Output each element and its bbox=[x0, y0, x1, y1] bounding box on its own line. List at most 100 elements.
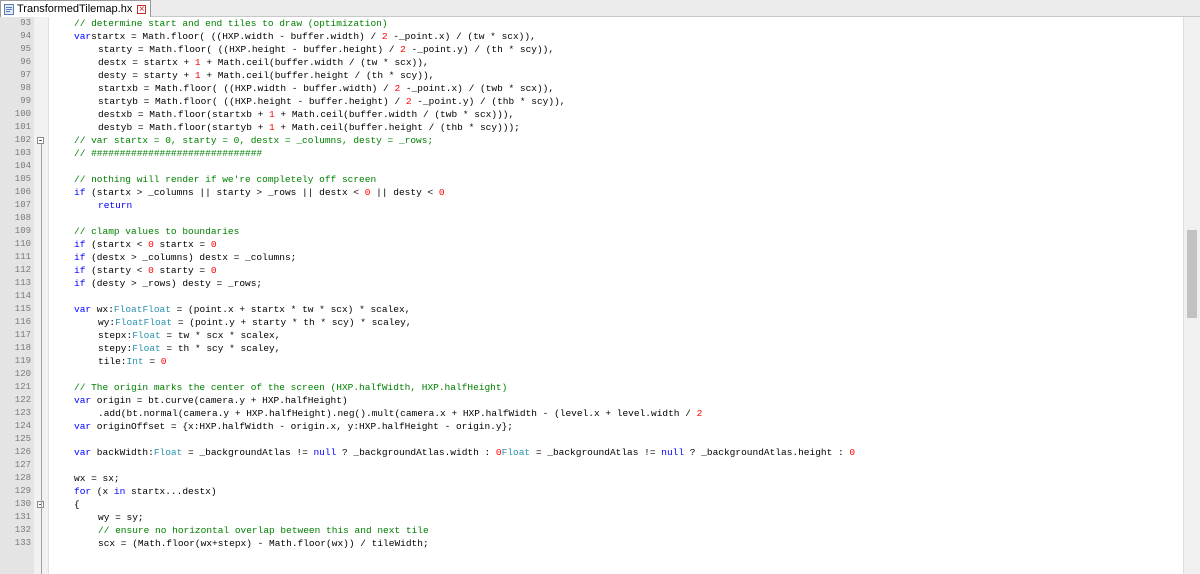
code-token: // The origin marks the center of the sc… bbox=[74, 382, 508, 393]
code-token: tile: bbox=[98, 356, 127, 367]
code-line: return bbox=[98, 199, 132, 212]
line-number: 126 bbox=[14, 447, 31, 457]
code-line: destxb = Math.floor(startxb + 1 + Math.c… bbox=[98, 108, 514, 121]
fold-collapse-icon[interactable] bbox=[37, 137, 44, 144]
code-line: var originOffset = {x:HXP.halfWidth - or… bbox=[74, 420, 513, 433]
code-token: -_point.y) / (th * scy)), bbox=[405, 44, 555, 55]
code-line: stepx:Float = tw * scx * scalex, bbox=[98, 329, 280, 342]
code-token: + Math.ceil(buffer.height / (thb * scy))… bbox=[274, 122, 520, 133]
tab-transformed-tilemap[interactable]: TransformedTilemap.hx × bbox=[0, 0, 152, 17]
code-token: return bbox=[98, 200, 133, 211]
code-line: var origin = bt.curve(camera.y + HXP.hal… bbox=[74, 394, 348, 407]
code-line: wy = sy; bbox=[98, 511, 144, 524]
code-token: startx = bbox=[153, 239, 211, 250]
code-token: .add(bt.normal(camera.y + HXP.halfHeight… bbox=[98, 408, 697, 419]
code-token: Float bbox=[153, 447, 183, 458]
code-token: null bbox=[661, 447, 685, 458]
code-line: var wx:FloatFloat = (point.x + startx * … bbox=[74, 303, 410, 316]
code-token: 0 bbox=[210, 265, 217, 276]
code-line: scx = (Math.floor(wx+stepx) - Math.floor… bbox=[98, 537, 429, 550]
code-line: { bbox=[74, 498, 80, 511]
code-token: if bbox=[74, 278, 86, 289]
line-number: 103 bbox=[14, 148, 31, 158]
code-line: tile:Int = 0 bbox=[98, 355, 166, 368]
line-number: 104 bbox=[14, 161, 31, 171]
code-line: varstartx = Math.floor( ((HXP.width - bu… bbox=[74, 30, 536, 43]
code-token: null bbox=[313, 447, 337, 458]
fold-guide-line bbox=[41, 144, 42, 574]
code-token: = bbox=[143, 356, 161, 367]
code-token: scx = (Math.floor(wx+stepx) - Math.floor… bbox=[98, 538, 429, 549]
code-token: var bbox=[74, 421, 92, 432]
code-line: stepy:Float = th * scy * scaley, bbox=[98, 342, 280, 355]
code-token: = tw * scx * scalex, bbox=[160, 330, 281, 341]
code-token: 0 bbox=[210, 239, 217, 250]
line-number: 121 bbox=[14, 382, 31, 392]
code-token: 0 bbox=[438, 187, 445, 198]
fold-margin bbox=[34, 17, 49, 574]
code-token: Float bbox=[132, 330, 161, 341]
code-line: if (desty > _rows) desty = _rows; bbox=[74, 277, 262, 290]
code-token: wx = sx; bbox=[74, 473, 120, 484]
close-icon[interactable]: × bbox=[137, 4, 147, 14]
line-number: 106 bbox=[14, 187, 31, 197]
line-number: 112 bbox=[14, 265, 31, 275]
code-token: var bbox=[74, 304, 92, 315]
code-line: if (startx > _columns || starty > _rows … bbox=[74, 186, 445, 199]
code-token: // var startx = 0, starty = 0, destx = _… bbox=[74, 135, 434, 146]
line-number: 111 bbox=[14, 252, 31, 262]
code-token: (starty < bbox=[85, 265, 149, 276]
code-token: for bbox=[74, 486, 92, 497]
code-token: // ############################## bbox=[74, 148, 263, 159]
line-number: 94 bbox=[20, 31, 31, 41]
code-editor[interactable]: 93 94 95 96 97 98 99 100 101 102 103 104 105 106 107 10… bbox=[0, 17, 1200, 574]
code-token: originOffset = {x:HXP.halfWidth - origin… bbox=[91, 421, 513, 432]
line-number: 105 bbox=[14, 174, 31, 184]
code-token: = (point.y + starty * th * scy) * scaley… bbox=[172, 317, 412, 328]
code-token: = _backgroundAtlas != bbox=[530, 447, 662, 458]
code-token: = th * scy * scaley, bbox=[160, 343, 281, 354]
code-token: in bbox=[113, 486, 126, 497]
line-number: 99 bbox=[20, 96, 31, 106]
line-number: 120 bbox=[14, 369, 31, 379]
vertical-scrollbar[interactable] bbox=[1183, 17, 1200, 574]
line-number: 131 bbox=[14, 512, 31, 522]
line-number: 133 bbox=[14, 538, 31, 548]
code-token: -_point.x) / (tw * scx)), bbox=[387, 31, 536, 42]
line-number: 119 bbox=[14, 356, 31, 366]
code-token: var bbox=[74, 447, 92, 458]
line-number: 101 bbox=[14, 122, 31, 132]
line-number: 127 bbox=[14, 460, 31, 470]
code-token: + Math.ceil(buffer.width / (tw * scx)), bbox=[200, 57, 429, 68]
code-area[interactable]: // determine start and end tiles to draw… bbox=[49, 17, 1183, 574]
code-line: startxb = Math.floor( ((HXP.width - buff… bbox=[98, 82, 554, 95]
scrollbar-thumb[interactable] bbox=[1187, 230, 1197, 318]
code-token: Float bbox=[132, 343, 161, 354]
code-line: if (starty < 0 starty = 0 bbox=[74, 264, 217, 277]
code-token: destyb = Math.floor(startyb + bbox=[98, 122, 270, 133]
code-token: if bbox=[74, 252, 86, 263]
code-token: wx: bbox=[91, 304, 114, 315]
code-token: origin = bt.curve(camera.y + HXP.halfHei… bbox=[91, 395, 348, 406]
code-token: stepx: bbox=[98, 330, 133, 341]
code-token: + Math.ceil(buffer.height / (th * scy)), bbox=[200, 70, 435, 81]
code-token: (startx < bbox=[85, 239, 149, 250]
line-number: 125 bbox=[14, 434, 31, 444]
file-icon bbox=[4, 3, 14, 15]
code-line: // var startx = 0, starty = 0, destx = _… bbox=[74, 134, 433, 147]
code-token: // nothing will render if we're complete… bbox=[74, 174, 377, 185]
line-number: 114 bbox=[14, 291, 31, 301]
code-line: for (x in startx...destx) bbox=[74, 485, 217, 498]
code-line: starty = Math.floor( ((HXP.height - buff… bbox=[98, 43, 554, 56]
code-line: // ensure no horizontal overlap between … bbox=[98, 524, 429, 537]
code-line: startyb = Math.floor( ((HXP.height - buf… bbox=[98, 95, 566, 108]
line-number: 97 bbox=[20, 70, 31, 80]
code-token: backWidth: bbox=[91, 447, 154, 458]
code-line: // determine start and end tiles to draw… bbox=[74, 17, 388, 30]
code-token: var bbox=[74, 31, 92, 42]
code-token: ? _backgroundAtlas.width : bbox=[336, 447, 496, 458]
code-token: starty = bbox=[153, 265, 211, 276]
line-number: 116 bbox=[14, 317, 31, 327]
code-token: (x bbox=[91, 486, 114, 497]
line-number: 115 bbox=[14, 304, 31, 314]
